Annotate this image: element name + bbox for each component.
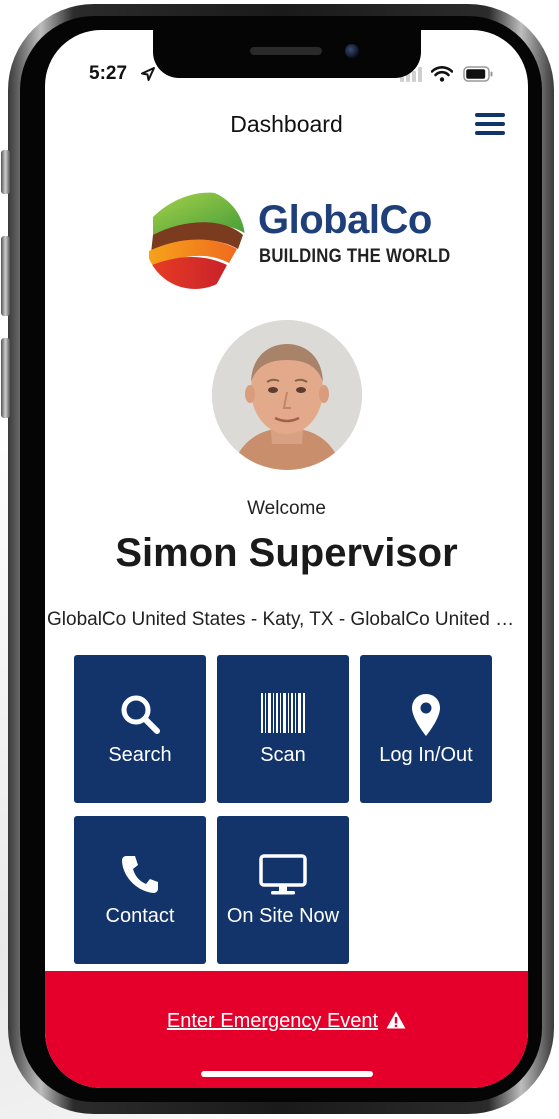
hamburger-menu-icon: [475, 113, 505, 117]
barcode-icon: [261, 693, 305, 733]
wifi-icon: [431, 66, 453, 82]
search-icon: [121, 695, 160, 734]
location-arrow-icon: [141, 67, 155, 81]
search-tile[interactable]: Search: [74, 655, 206, 803]
page-title: Dashboard: [230, 111, 343, 137]
avatar: [212, 320, 362, 470]
contact-tile[interactable]: Contact: [74, 816, 206, 964]
warning-icon: [386, 1011, 406, 1029]
notch: [153, 30, 421, 78]
emergency-link-label: Enter Emergency Event: [166, 1010, 379, 1032]
volume-down-button: [1, 338, 10, 418]
user-location: GlobalCo United States - Katy, TX - Glob…: [47, 609, 528, 630]
scan-tile-label: Scan: [260, 744, 306, 766]
mute-switch: [1, 150, 10, 194]
volume-up-button: [1, 236, 10, 316]
battery-icon: [463, 66, 493, 82]
globalco-logo-icon: [145, 192, 245, 289]
enter-emergency-event-link[interactable]: Enter Emergency Event: [45, 1010, 528, 1033]
front-camera: [345, 44, 359, 58]
home-indicator: [201, 1071, 373, 1077]
search-tile-label: Search: [108, 744, 172, 766]
on-site-now-tile-label: On Site Now: [226, 905, 340, 927]
map-pin-icon: [412, 694, 440, 736]
monitor-icon: [259, 854, 307, 895]
log-in-out-tile[interactable]: Log In/Out: [360, 655, 492, 803]
phone-icon: [122, 856, 158, 893]
speaker-grille: [250, 47, 322, 55]
profile-photo: [212, 320, 362, 470]
contact-tile-label: Contact: [105, 905, 175, 927]
log-in-out-tile-label: Log In/Out: [379, 744, 473, 766]
emergency-bar: Enter Emergency Event: [45, 971, 528, 1088]
user-name: Simon Supervisor: [115, 531, 458, 575]
app-screen: 5:27 Dashboard GlobalCo BUILDING THE WOR…: [45, 30, 528, 1088]
welcome-label: Welcome: [247, 498, 326, 519]
scan-tile[interactable]: Scan: [217, 655, 349, 803]
logo-tagline: BUILDING THE WORLD: [259, 246, 451, 267]
on-site-now-tile[interactable]: On Site Now: [217, 816, 349, 964]
logo-name: GlobalCo: [258, 198, 432, 242]
status-time: 5:27: [89, 63, 128, 84]
hamburger-menu-button[interactable]: [475, 113, 505, 139]
